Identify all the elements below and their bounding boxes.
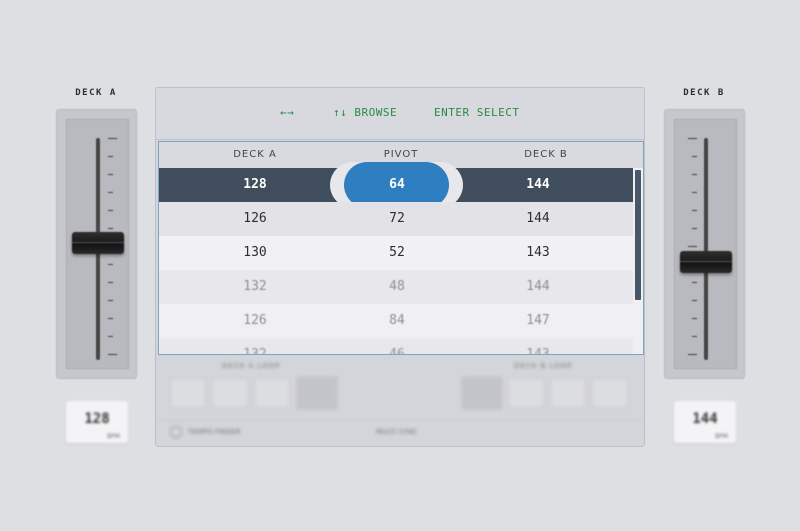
deck-a-fader-track: [66, 119, 129, 369]
loop-pad[interactable]: [592, 378, 628, 408]
loop-pad-active[interactable]: [296, 376, 338, 410]
fader-tick: [692, 210, 697, 211]
loop-controls: DECK A LOOP DECK B LOOP TEMPO FINDER MUL…: [156, 358, 644, 446]
multi-sync-label: MULTI SYNC: [376, 428, 418, 436]
fader-tick: [692, 336, 697, 337]
fader-tick: [108, 354, 117, 355]
cell-pivot: 46: [389, 347, 405, 355]
list-row[interactable]: 126 84 147: [159, 304, 633, 338]
col-pivot: PIVOT: [383, 149, 419, 160]
deck-a-bpm-value: 128: [84, 411, 110, 427]
fader-tick: [108, 318, 113, 319]
tempo-finder-label: TEMPO FINDER: [188, 428, 241, 436]
cell-pivot: 48: [389, 279, 405, 294]
fader-tick: [692, 282, 697, 283]
browse-hint: ↑↓ BROWSE: [333, 106, 398, 119]
col-deck-a: DECK A: [233, 149, 277, 160]
fader-tick: [108, 174, 113, 175]
fader-tick: [108, 192, 113, 193]
cell-pivot: 84: [389, 313, 405, 328]
tempo-icon: [170, 426, 182, 438]
deck-a-label: DECK A: [75, 88, 117, 98]
loop-pad-active[interactable]: [461, 376, 503, 410]
key-help-bar: ←→ ↑↓ BROWSE ENTER SELECT: [156, 88, 644, 140]
select-hint: ENTER SELECT: [434, 106, 520, 119]
deck-a-fader[interactable]: [56, 109, 137, 379]
pivot-browser-panel: ←→ ↑↓ BROWSE ENTER SELECT DECK A PIVOT D…: [155, 87, 645, 447]
deck-b-fader[interactable]: [664, 109, 745, 379]
loop-pad[interactable]: [170, 378, 206, 408]
fader-tick: [692, 174, 697, 175]
list-row[interactable]: 132 48 144: [159, 270, 633, 304]
pivot-list[interactable]: DECK A PIVOT DECK B 128 64 144 126 72 14…: [158, 141, 644, 355]
deck-b-bpm-unit: BPM: [715, 433, 728, 440]
deck-b-label: DECK B: [683, 88, 725, 98]
list-row[interactable]: 132 46 143: [159, 338, 633, 355]
cell-pivot: 72: [389, 211, 405, 226]
fader-tick: [692, 192, 697, 193]
fader-tick: [692, 156, 697, 157]
cell-pivot: 52: [389, 245, 405, 260]
deck-a-loop-label: DECK A LOOP: [222, 362, 281, 370]
list-row[interactable]: 126 72 144: [159, 202, 633, 236]
deck-a-fader-knob[interactable]: [72, 232, 124, 254]
cell-pivot: 64: [389, 177, 405, 192]
fader-tick: [692, 228, 697, 229]
cell-deck-a: 132: [243, 347, 267, 355]
cell-deck-b: 143: [526, 347, 550, 355]
fader-tick: [692, 318, 697, 319]
cell-deck-a: 126: [243, 211, 267, 226]
fader-tick: [108, 138, 117, 139]
divider: [156, 420, 644, 421]
loop-pad[interactable]: [254, 378, 290, 408]
fader-tick: [688, 138, 697, 139]
deck-a-bpm-unit: BPM: [107, 433, 120, 440]
cell-deck-a: 130: [243, 245, 267, 260]
cell-deck-b: 144: [526, 177, 550, 192]
fader-tick: [108, 300, 113, 301]
cell-deck-a: 128: [243, 177, 267, 192]
list-row[interactable]: 130 52 143: [159, 236, 633, 270]
fader-tick: [108, 210, 113, 211]
col-deck-b: DECK B: [524, 149, 568, 160]
fader-tick: [692, 300, 697, 301]
list-row-selected[interactable]: 128 64 144: [159, 162, 633, 208]
cell-deck-a: 126: [243, 313, 267, 328]
fader-tick: [688, 246, 697, 247]
cell-deck-b: 147: [526, 313, 550, 328]
deck-b-fader-track: [674, 119, 737, 369]
deck-b-bpm-display: 144 BPM: [674, 401, 736, 443]
cell-deck-b: 144: [526, 279, 550, 294]
cell-deck-a: 132: [243, 279, 267, 294]
deck-b-bpm-value: 144: [692, 411, 718, 427]
fader-tick: [108, 228, 113, 229]
deck-b-loop-label: DECK B LOOP: [514, 362, 573, 370]
cell-deck-b: 143: [526, 245, 550, 260]
cell-deck-b: 144: [526, 211, 550, 226]
fader-tick: [688, 354, 697, 355]
fader-tick: [108, 282, 113, 283]
list-scrollbar[interactable]: [635, 170, 641, 300]
arrows-hint: ←→: [280, 106, 295, 119]
fader-tick: [108, 264, 113, 265]
fader-tick: [108, 336, 113, 337]
loop-pad[interactable]: [212, 378, 248, 408]
deck-a-bpm-display: 128 BPM: [66, 401, 128, 443]
fader-tick: [108, 156, 113, 157]
deck-b-fader-rail: [704, 138, 708, 360]
deck-b-fader-knob[interactable]: [680, 251, 732, 273]
loop-pad[interactable]: [508, 378, 544, 408]
loop-pad[interactable]: [550, 378, 586, 408]
